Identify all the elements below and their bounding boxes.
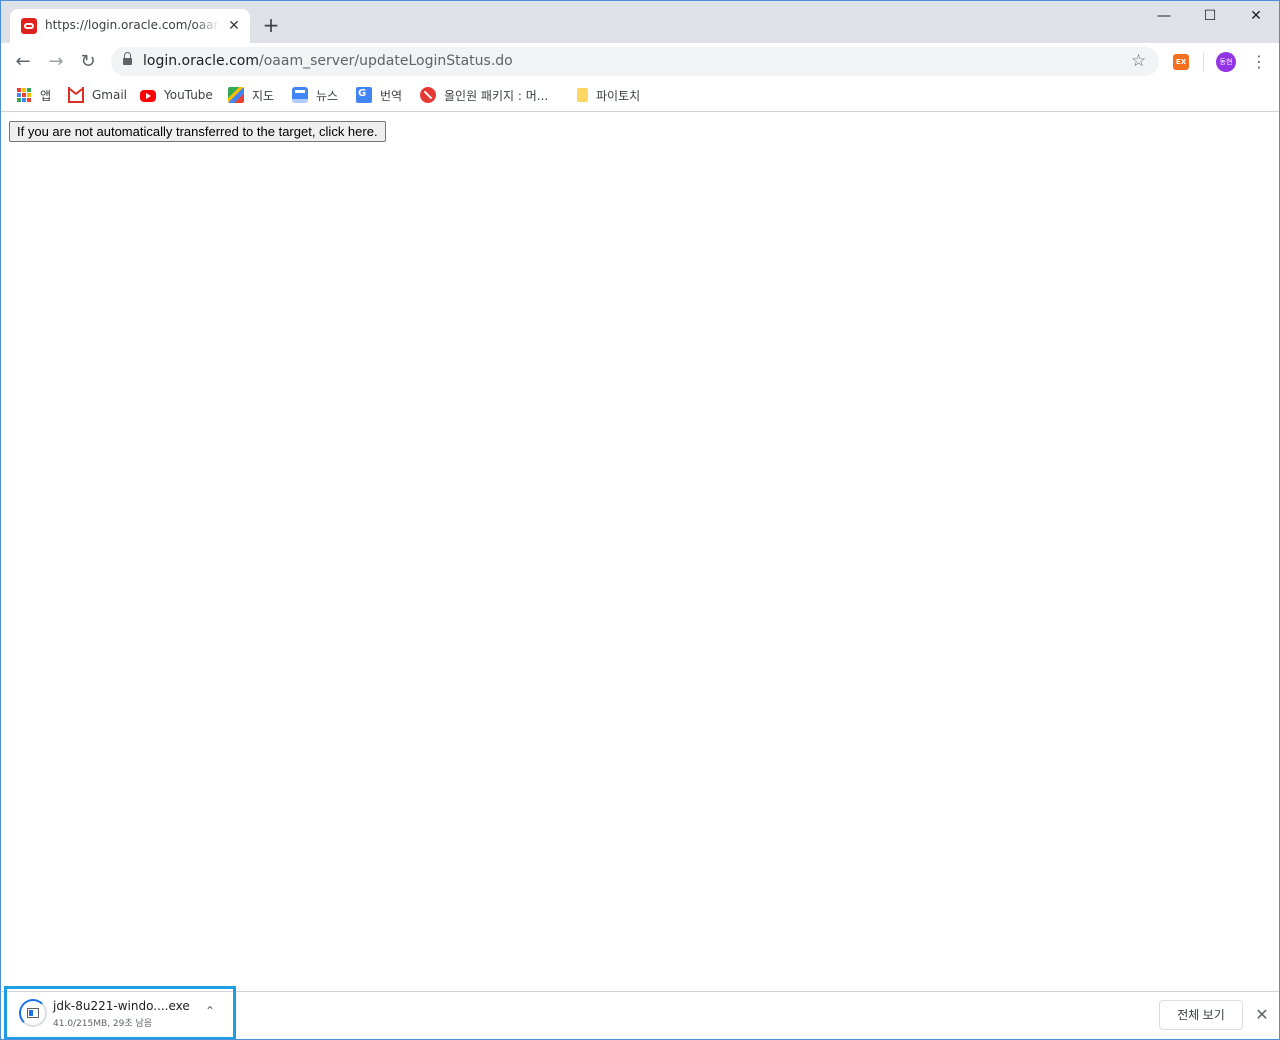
apps-icon <box>16 87 32 103</box>
bookmark-maps[interactable]: 지도 <box>228 86 274 104</box>
bookmarks-bar: 앱 Gmail YouTube 지도 뉴스 번역 올인원 패키지 : 머... <box>1 80 1279 112</box>
close-window-button[interactable]: ✕ <box>1233 5 1279 27</box>
toolbar: ← → ↻ login.oracle.com/oaam_server/updat… <box>1 43 1279 80</box>
maps-icon <box>228 87 244 103</box>
maximize-button[interactable]: ☐ <box>1187 5 1233 27</box>
bookmark-apps[interactable]: 앱 <box>16 86 51 104</box>
tab-title: https://login.oracle.com/oaam_server/upd… <box>45 18 220 32</box>
oracle-icon <box>21 18 37 34</box>
tab-strip: https://login.oracle.com/oaam_server/upd… <box>1 1 1279 43</box>
bookmark-label: 파이토치 <box>596 88 641 103</box>
folder-icon <box>577 88 588 102</box>
address-bar[interactable]: login.oracle.com/oaam_server/updateLogin… <box>111 47 1159 76</box>
reload-button[interactable]: ↻ <box>76 50 100 74</box>
chevron-up-icon[interactable]: ⌃ <box>203 1004 217 1018</box>
bookmark-translate[interactable]: 번역 <box>356 86 402 104</box>
show-all-button[interactable]: 전체 보기 <box>1159 1000 1243 1030</box>
kebab-menu-icon[interactable]: ⋮ <box>1251 52 1267 72</box>
tab-close-icon[interactable]: ✕ <box>226 18 242 34</box>
tab-active[interactable]: https://login.oracle.com/oaam_server/upd… <box>10 9 250 43</box>
back-button[interactable]: ← <box>11 50 35 74</box>
download-status: 41.0/215MB, 29초 남음 <box>53 1019 153 1029</box>
forward-button[interactable]: → <box>44 50 68 74</box>
bookmark-label: 올인원 패키지 : 머... <box>444 88 549 103</box>
new-tab-button[interactable]: + <box>260 14 282 36</box>
download-progress-ring <box>19 999 47 1027</box>
download-filename: jdk-8u221-windo....exe <box>53 999 190 1013</box>
bookmark-star-icon[interactable]: ☆ <box>1131 51 1146 71</box>
minimize-button[interactable]: — <box>1141 5 1187 27</box>
page-content: If you are not automatically transferred… <box>1 113 1279 991</box>
allinone-icon <box>420 87 436 103</box>
url-text[interactable]: login.oracle.com/oaam_server/updateLogin… <box>143 53 513 69</box>
bookmark-label: YouTube <box>164 88 213 102</box>
extension-icon[interactable]: EX <box>1173 54 1189 70</box>
bookmark-label: 뉴스 <box>316 88 339 103</box>
bookmark-folder-pytorch[interactable]: 파이토치 <box>574 86 640 104</box>
youtube-icon <box>140 90 156 102</box>
profile-avatar[interactable]: 동현 <box>1216 52 1236 72</box>
bookmark-label: 앱 <box>40 88 52 103</box>
gmail-icon <box>68 87 84 103</box>
bookmark-gmail[interactable]: Gmail <box>68 86 127 104</box>
download-item[interactable]: jdk-8u221-windo....exe 41.0/215MB, 29초 남… <box>4 986 236 1039</box>
bookmark-allinone[interactable]: 올인원 패키지 : 머... <box>420 86 548 104</box>
bookmark-label: 지도 <box>252 88 275 103</box>
browser-window: https://login.oracle.com/oaam_server/upd… <box>0 0 1280 1040</box>
bookmark-label: Gmail <box>92 88 128 102</box>
url-host: login.oracle.com <box>143 53 260 69</box>
redirect-button[interactable]: If you are not automatically transferred… <box>9 121 386 142</box>
file-icon <box>27 1008 39 1018</box>
lock-icon[interactable] <box>123 52 132 67</box>
bookmark-youtube[interactable]: YouTube <box>140 86 213 104</box>
url-path: /oaam_server/updateLoginStatus.do <box>259 53 513 69</box>
translate-icon <box>356 87 372 103</box>
bookmark-news[interactable]: 뉴스 <box>292 86 338 104</box>
bookmark-label: 번역 <box>380 88 403 103</box>
download-shelf: jdk-8u221-windo....exe 41.0/215MB, 29초 남… <box>1 986 1279 1039</box>
toolbar-divider <box>1203 53 1204 71</box>
news-icon <box>292 87 308 103</box>
close-icon[interactable]: ✕ <box>1253 1006 1271 1024</box>
